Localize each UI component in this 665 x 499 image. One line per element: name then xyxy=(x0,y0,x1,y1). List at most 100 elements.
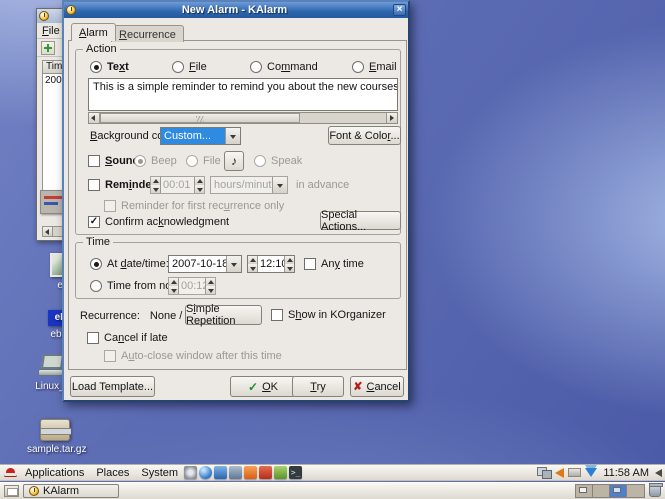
trash-icon[interactable] xyxy=(649,485,661,497)
recurrence-label: Recurrence: xyxy=(80,310,140,322)
message-textarea[interactable]: This is a simple reminder to remind you … xyxy=(88,78,398,111)
time-from-now-spinbox: 00:12 xyxy=(168,277,216,295)
file-radio[interactable] xyxy=(172,61,184,73)
message-hscrollbar[interactable] xyxy=(88,112,398,124)
writer-launcher-icon[interactable] xyxy=(259,466,272,479)
printer-tray-icon[interactable] xyxy=(568,468,581,477)
show-desktop-icon[interactable] xyxy=(4,485,19,497)
text-radio-label: Text xyxy=(107,61,129,73)
reminder-first-label: Reminder for first recurrence only xyxy=(121,200,284,212)
workspace-2[interactable] xyxy=(593,485,610,497)
load-template-button[interactable]: Load Template... xyxy=(70,376,155,397)
dropdown-arrow-icon[interactable] xyxy=(226,256,241,272)
reminder-spinbox: 00:01 xyxy=(150,176,205,194)
spin-arrows-right[interactable] xyxy=(284,256,294,272)
email-radio[interactable] xyxy=(352,61,364,73)
reminder-row: Reminder: xyxy=(88,178,159,192)
file-radio-row: File xyxy=(172,60,207,74)
speaker-tray-icon[interactable] xyxy=(655,469,662,477)
reminder-value: 00:01 xyxy=(161,177,194,193)
spin-arrows-left xyxy=(169,278,179,294)
try-button[interactable]: Try xyxy=(292,376,344,397)
date-combobox[interactable]: 2007-10-18 xyxy=(168,255,242,273)
scroll-right-icon[interactable] xyxy=(386,113,397,123)
confirm-ack-checkbox[interactable] xyxy=(88,216,100,228)
impress-launcher-icon[interactable] xyxy=(244,466,257,479)
email-radio-row: Email xyxy=(352,60,397,74)
command-radio[interactable] xyxy=(250,61,262,73)
volume-tray-icon[interactable] xyxy=(555,468,564,478)
ok-label: OK xyxy=(262,381,278,393)
auto-close-label: Auto-close window after this time xyxy=(121,350,282,362)
menu-system[interactable]: System xyxy=(135,467,184,479)
sound-file-picker-button[interactable]: ♪ xyxy=(224,151,244,171)
load-template-label: Load Template... xyxy=(72,381,153,393)
simple-repetition-button[interactable]: Simple Repetition xyxy=(185,305,262,325)
new-alarm-toolbar-icon[interactable] xyxy=(41,41,55,55)
beep-radio-row: Beep xyxy=(134,154,177,168)
spin-arrows-right xyxy=(194,177,204,193)
cancel-button[interactable]: ✘ Cancel xyxy=(350,376,404,397)
terminal-launcher-icon[interactable]: >_ xyxy=(289,466,302,479)
spin-arrows-left xyxy=(151,177,161,193)
dropdown-arrow-icon[interactable] xyxy=(225,128,240,144)
text-radio[interactable] xyxy=(90,61,102,73)
mail-launcher-icon[interactable] xyxy=(214,466,227,479)
spin-arrows-left[interactable] xyxy=(248,256,258,272)
time-spinbox[interactable]: 12:10 xyxy=(247,255,295,273)
scroll-left-icon[interactable] xyxy=(89,113,100,123)
bg-color-combobox[interactable]: Custom... xyxy=(160,127,241,145)
reminder-checkbox[interactable] xyxy=(88,179,100,191)
scrollbar-thumb[interactable] xyxy=(100,113,300,123)
task-button-kalarm[interactable]: KAlarm xyxy=(23,484,119,498)
updates-tray-icon[interactable] xyxy=(585,468,597,477)
filemanager-launcher-icon[interactable] xyxy=(229,466,242,479)
in-advance-label: in advance xyxy=(296,178,349,192)
at-datetime-radio[interactable] xyxy=(90,258,102,270)
calc-launcher-icon[interactable] xyxy=(274,466,287,479)
kalarm-task-icon xyxy=(29,486,39,496)
time-from-now-radio[interactable] xyxy=(90,280,102,292)
desktop: ebi eB ebiz, Linux_T sample.tar.gz File … xyxy=(0,0,665,499)
time-value[interactable]: 12:10 xyxy=(258,256,284,272)
cancel-x-icon: ✘ xyxy=(353,380,362,393)
cancel-label: Cancel xyxy=(366,381,400,393)
workspace-3-active[interactable] xyxy=(610,485,627,497)
sound-file-label: File xyxy=(203,155,221,167)
close-button[interactable]: × xyxy=(393,4,406,16)
time-groupbox: Time At date/time: 2007-10-18 12:10 Any … xyxy=(75,242,401,299)
system-tray: 11:58 AM xyxy=(537,467,665,479)
settings-launcher-icon[interactable] xyxy=(184,466,197,479)
special-actions-label: Special Actions... xyxy=(321,209,400,233)
spin-arrows-right xyxy=(205,278,215,294)
cancel-if-late-checkbox[interactable] xyxy=(87,332,99,344)
ok-button[interactable]: ✓ OK xyxy=(230,376,296,397)
beep-label: Beep xyxy=(151,155,177,167)
speak-label: Speak xyxy=(271,155,302,167)
reminder-first-row: Reminder for first recurrence only xyxy=(104,199,284,213)
redhat-menu-icon[interactable] xyxy=(4,468,17,478)
dialog-titlebar[interactable]: New Alarm - KAlarm × xyxy=(64,2,408,18)
task-button-label: KAlarm xyxy=(43,485,79,497)
clock[interactable]: 11:58 AM xyxy=(601,467,651,479)
sound-checkbox[interactable] xyxy=(88,155,100,167)
menu-applications[interactable]: Applications xyxy=(19,467,90,479)
any-time-checkbox[interactable] xyxy=(304,258,316,270)
workspace-1[interactable] xyxy=(576,485,593,497)
tab-alarm[interactable]: Alarm xyxy=(71,23,116,41)
tab-recurrence-label: Recurrence xyxy=(119,29,176,41)
desktop-icon-archive[interactable]: sample.tar.gz xyxy=(27,419,83,455)
action-radio-row: Text xyxy=(90,60,129,74)
show-korganizer-checkbox[interactable] xyxy=(271,309,283,321)
top-panel: Applications Places System >_ 11:58 AM xyxy=(0,464,665,481)
special-actions-button[interactable]: Special Actions... xyxy=(320,211,401,230)
font-color-button[interactable]: Font & Color... xyxy=(328,126,401,145)
scrollbar-track[interactable] xyxy=(300,113,386,123)
any-time-label: Any time xyxy=(321,258,364,270)
browser-launcher-icon[interactable] xyxy=(199,466,212,479)
scroll-left-icon[interactable] xyxy=(43,227,53,236)
tab-recurrence[interactable]: Recurrence xyxy=(111,25,184,42)
network-tray-icon[interactable] xyxy=(537,467,551,478)
menu-places[interactable]: Places xyxy=(90,467,135,479)
workspace-4[interactable] xyxy=(627,485,644,497)
